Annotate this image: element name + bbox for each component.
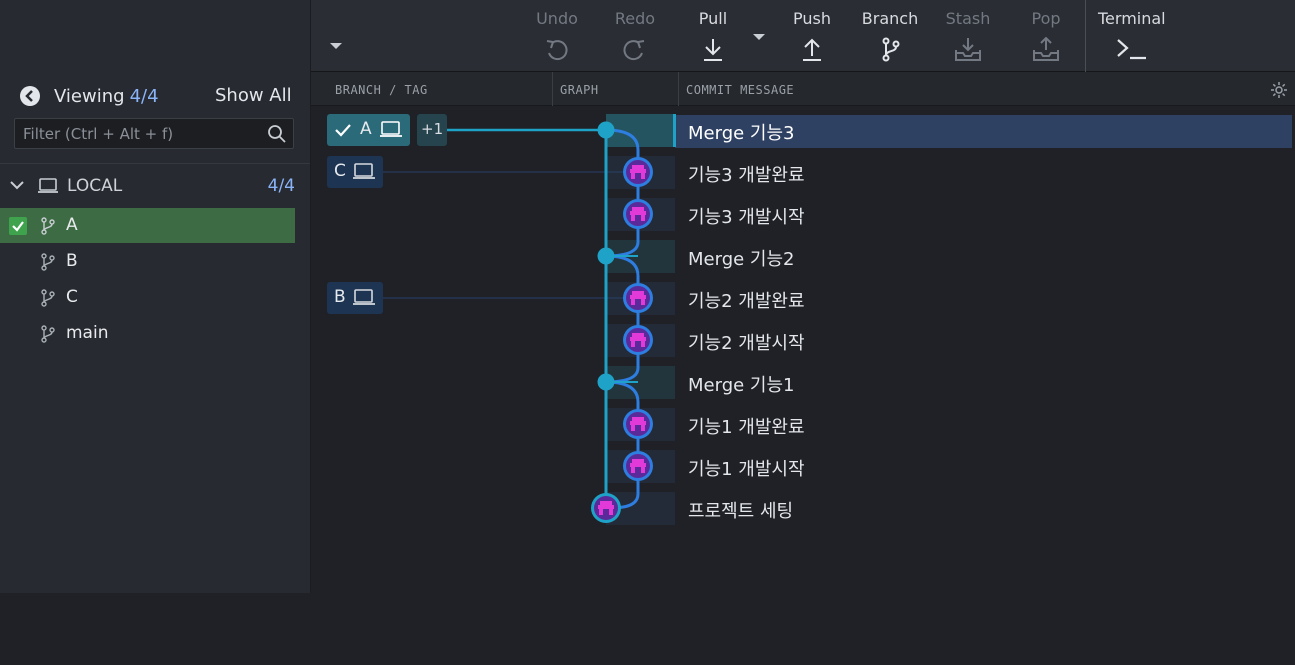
sidebar-item-branch-b[interactable]: B — [0, 244, 295, 279]
local-label: LOCAL — [67, 176, 123, 196]
ref-tag-branch-a[interactable]: A — [327, 114, 410, 146]
branch-dropdown-icon[interactable] — [330, 43, 342, 49]
stash-icon — [955, 38, 981, 61]
commit-message: 기능1 개발시작 — [688, 459, 805, 480]
commit-message: 기능3 개발시작 — [688, 207, 805, 228]
commit-message: 기능3 개발완료 — [688, 165, 805, 186]
checkmark-icon — [335, 124, 351, 137]
gear-icon[interactable] — [1270, 81, 1288, 99]
more-refs-badge[interactable]: +1 — [417, 114, 447, 146]
commit-message-header[interactable]: COMMIT MESSAGE — [686, 83, 794, 97]
laptop-icon — [380, 121, 402, 137]
push-icon — [803, 38, 821, 61]
commit-message: 프로젝트 세팅 — [688, 501, 794, 522]
branch-name: A — [66, 215, 78, 235]
commit-message: Merge 기능1 — [688, 375, 795, 396]
commit-graph-panel: BRANCH / TAG GRAPH COMMIT MESSAGE Merge … — [311, 72, 1295, 665]
branch-icon — [41, 253, 55, 271]
local-section-header[interactable]: LOCAL 4/4 — [0, 172, 310, 200]
ref-tag-branch-c[interactable]: C — [327, 156, 383, 188]
ref-tag-label: A — [360, 119, 372, 139]
push-label: Push — [793, 9, 831, 28]
push-button[interactable]: Push — [782, 0, 842, 72]
branch-icon — [882, 37, 900, 62]
more-refs-count: +1 — [421, 120, 444, 138]
pop-label: Pop — [1031, 9, 1061, 28]
stash-label: Stash — [945, 9, 991, 28]
chevron-down-icon — [10, 181, 24, 190]
checked-out-icon — [9, 217, 27, 235]
viewing-text: Viewing 4/4 — [54, 86, 159, 107]
ref-tag-branch-b[interactable]: B — [327, 282, 383, 314]
pull-icon — [704, 39, 722, 61]
branch-icon — [41, 325, 55, 343]
commit-message: Merge 기능2 — [688, 249, 795, 270]
show-all-button[interactable]: Show All — [215, 85, 292, 106]
redo-label: Redo — [614, 9, 656, 28]
branch-button-label: Branch — [861, 9, 919, 28]
search-icon[interactable] — [267, 124, 287, 144]
pull-options-icon[interactable] — [753, 34, 765, 40]
laptop-icon — [353, 289, 375, 305]
sidebar-item-branch-c[interactable]: C — [0, 280, 295, 315]
toolbar-divider — [1085, 0, 1086, 72]
laptop-icon — [353, 163, 375, 179]
viewing-count: 4/4 — [129, 86, 159, 107]
commit-message: 기능2 개발시작 — [688, 333, 805, 354]
laptop-icon — [38, 178, 58, 193]
undo-label: Undo — [536, 9, 578, 28]
redo-button[interactable]: Redo — [604, 0, 666, 72]
commit-message: Merge 기능3 — [688, 123, 795, 144]
ref-tag-label: B — [334, 287, 346, 307]
viewing-label: Viewing — [54, 86, 125, 107]
branch-name: B — [66, 251, 78, 271]
branch-name: main — [66, 323, 109, 343]
ref-tag-label: C — [334, 161, 346, 181]
sidebar-item-branch-main[interactable]: main — [0, 316, 295, 351]
pull-label: Pull — [698, 9, 728, 28]
branch-button[interactable]: Branch — [857, 0, 923, 72]
redo-icon — [623, 40, 645, 61]
local-count: 4/4 — [267, 176, 295, 196]
commit-message: 기능2 개발완료 — [688, 291, 805, 312]
filter-input[interactable] — [23, 123, 258, 145]
back-icon[interactable] — [19, 85, 41, 107]
sidebar-divider — [0, 163, 310, 164]
terminal-icon — [1117, 39, 1146, 60]
terminal-button[interactable]: Terminal — [1096, 0, 1170, 72]
pull-button[interactable]: Pull — [683, 0, 743, 72]
branch-icon — [41, 217, 55, 235]
stash-button[interactable]: Stash — [937, 0, 999, 72]
undo-icon — [546, 40, 568, 61]
undo-button[interactable]: Undo — [526, 0, 588, 72]
terminal-label: Terminal — [1098, 9, 1166, 28]
filter-box — [14, 118, 294, 149]
branch-icon — [41, 289, 55, 307]
pop-icon — [1033, 37, 1059, 61]
sidebar-item-branch-a[interactable]: A — [0, 208, 295, 243]
branch-name: C — [66, 287, 78, 307]
commit-message: 기능1 개발완료 — [688, 417, 805, 438]
pop-button[interactable]: Pop — [1015, 0, 1077, 72]
